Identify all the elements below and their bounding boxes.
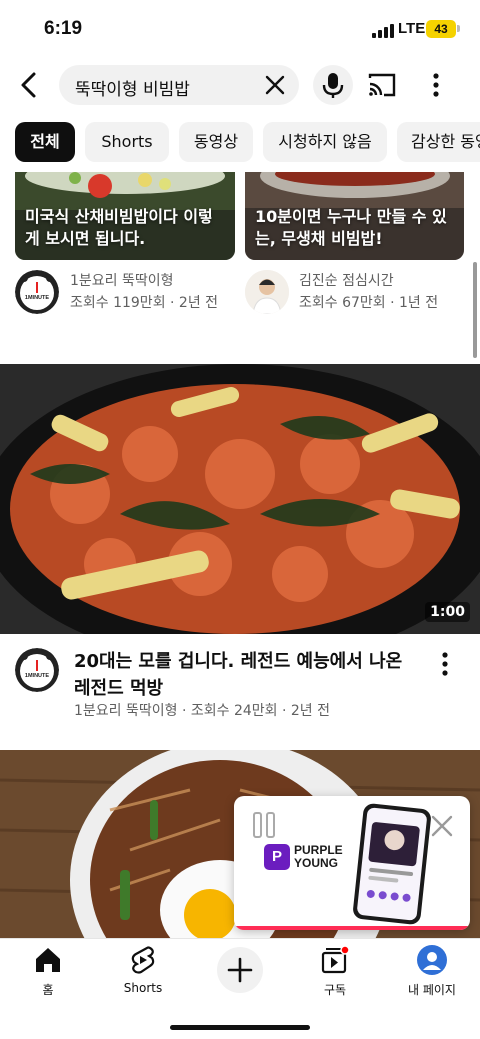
nav-my-page-label: 내 페이지 <box>408 983 456 997</box>
channel-avatar-2[interactable] <box>245 270 289 314</box>
plus-icon <box>227 957 253 983</box>
profile-avatar-icon <box>417 945 447 975</box>
chip-shorts[interactable]: Shorts <box>85 122 169 162</box>
video-thumbnail-1[interactable]: 미국식 산채비빔밥이다 이렇게 보시면 됩니다. <box>15 172 235 260</box>
more-options-button[interactable] <box>424 70 448 100</box>
close-icon <box>265 75 285 95</box>
back-arrow-icon <box>21 72 36 98</box>
create-button-circle <box>217 947 263 993</box>
nav-home-label: 홈 <box>42 983 54 997</box>
home-icon <box>36 948 60 972</box>
status-bar: 6:19 LTE 43 <box>0 0 480 58</box>
microphone-icon <box>322 73 344 98</box>
ad-progress-bar <box>234 926 470 930</box>
main-channel-avatar[interactable]: 1MINUTE <box>15 648 59 692</box>
pause-button[interactable] <box>252 812 276 838</box>
ad-brand-line1: PURPLE <box>294 843 343 857</box>
search-query: 뚝딱이형 비빔밥 <box>75 80 190 100</box>
channel-name-2[interactable]: 김진순 점심시간 <box>299 270 394 290</box>
nav-subscriptions-label: 구독 <box>323 983 347 997</box>
scrollbar[interactable] <box>473 262 477 358</box>
home-indicator <box>170 1025 310 1030</box>
thumbnail-caption-2: 10분이면 누구나 만들 수 있는, 무생채 비빔밥! <box>255 207 447 248</box>
channel-avatar-1[interactable]: 1MINUTE <box>15 270 59 314</box>
pause-icon <box>253 812 275 838</box>
clear-search-button[interactable] <box>263 73 287 97</box>
network-type: LTE <box>398 20 426 37</box>
chip-all[interactable]: 전체 <box>15 122 75 162</box>
ad-phone-image <box>352 802 432 926</box>
cast-icon <box>368 73 396 97</box>
nav-shorts-label: Shorts <box>123 981 163 995</box>
ad-brand-logo: P <box>264 844 290 870</box>
signal-icon <box>372 24 394 38</box>
filter-chips: 전체 Shorts 동영상 시청하지 않음 감상한 동영 <box>0 122 480 164</box>
avatar-badge-text-2: 1MINUTE <box>25 673 49 679</box>
video-meta-1: 조회수 119만회 · 2년 전 <box>70 295 219 311</box>
video-more-button[interactable] <box>434 650 456 680</box>
ad-brand-line2: YOUNG <box>294 856 339 870</box>
main-video-meta: 1분요리 뚝딱이형 · 조회수 24만회 · 2년 전 <box>74 703 330 719</box>
voice-search-button[interactable] <box>313 65 353 105</box>
subscriptions-icon <box>321 945 350 974</box>
search-header: 뚝딱이형 비빔밥 <box>0 62 480 108</box>
video-thumbnail-2[interactable]: 10분이면 누구나 만들 수 있는, 무생채 비빔밥! <box>245 172 464 260</box>
main-video-thumbnail[interactable]: 1:00 <box>0 364 480 634</box>
battery-tip <box>457 25 460 32</box>
cast-button[interactable] <box>366 70 398 100</box>
close-icon <box>431 815 453 837</box>
bibimbap-image <box>0 364 480 634</box>
person-avatar-icon <box>245 270 289 314</box>
video-meta-2: 조회수 67만회 · 1년 전 <box>299 295 439 311</box>
channel-name-1[interactable]: 1분요리 뚝딱이형 <box>70 270 174 290</box>
clock-logo-icon: 1MINUTE <box>15 648 59 692</box>
chip-videos[interactable]: 동영상 <box>179 122 253 162</box>
main-video-title[interactable]: 20대는 모를 겁니다. 레전드 예능에서 나온 레전드 먹방 <box>74 648 414 702</box>
status-time: 6:19 <box>44 18 83 39</box>
shorts-icon <box>131 946 155 974</box>
more-vertical-icon <box>442 652 448 676</box>
thumbnail-caption-1: 미국식 산채비빔밥이다 이렇게 보시면 됩니다. <box>25 207 213 248</box>
chip-watched[interactable]: 감상한 동영 <box>397 122 480 162</box>
battery-icon: 43 <box>426 20 456 38</box>
search-input[interactable]: 뚝딱이형 비빔밥 <box>59 65 299 105</box>
ad-mini-player[interactable]: P PURPLE YOUNG <box>234 796 470 930</box>
nav-subscriptions[interactable]: 구독 <box>295 945 375 998</box>
chip-unwatched[interactable]: 시청하지 않음 <box>263 122 387 162</box>
bottom-navigation: 홈 Shorts 구독 내 페이지 <box>0 938 480 1039</box>
clock-logo-icon: 1MINUTE <box>15 270 59 314</box>
more-vertical-icon <box>433 73 439 97</box>
nav-my-page[interactable]: 내 페이지 <box>392 945 472 998</box>
back-button[interactable] <box>14 68 46 102</box>
nav-create[interactable] <box>200 947 280 993</box>
avatar-badge-text-1: 1MINUTE <box>25 295 49 301</box>
ad-brand-name: PURPLE YOUNG <box>294 844 343 870</box>
nav-shorts[interactable]: Shorts <box>103 945 183 995</box>
close-ad-button[interactable] <box>430 814 454 838</box>
video-duration: 1:00 <box>425 602 470 622</box>
nav-home[interactable]: 홈 <box>8 945 88 998</box>
